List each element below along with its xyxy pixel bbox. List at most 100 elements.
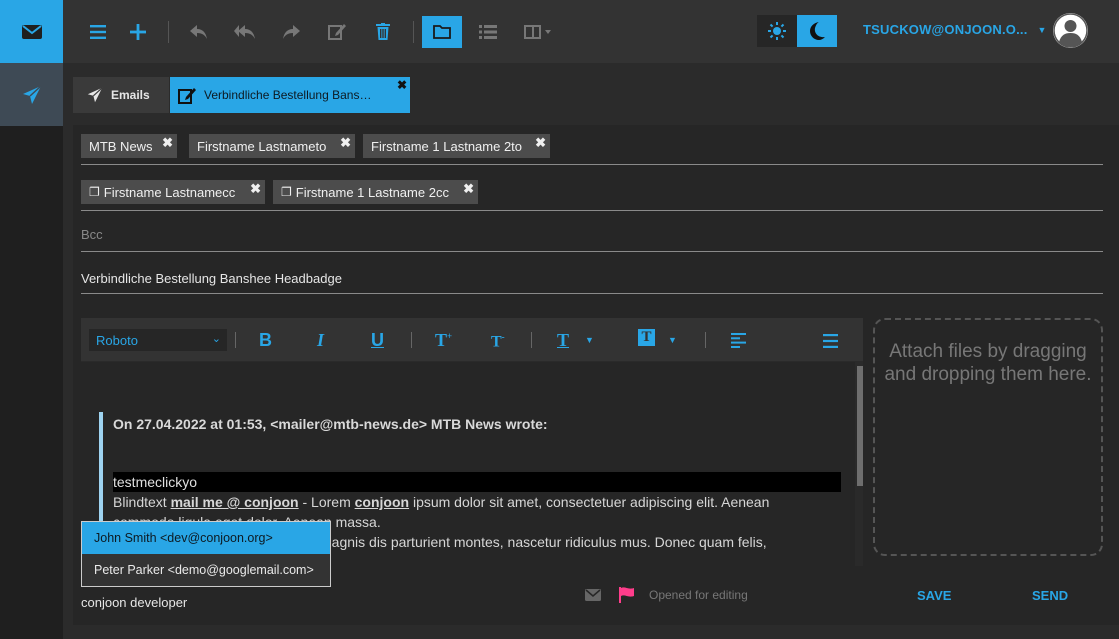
underline-button[interactable]: U <box>371 330 384 351</box>
quote-header: On 27.04.2022 at 01:53, <mailer@mtb-news… <box>113 416 548 432</box>
close-icon[interactable]: ✖ <box>463 181 474 197</box>
send-button[interactable]: SEND <box>1032 588 1068 603</box>
body-text: ipsum dolor sit amet, consectetuer adipi… <box>409 494 770 510</box>
more-options-button[interactable] <box>823 332 838 353</box>
recipient-chip[interactable]: Firstname 1 Lastname 2to ✖ <box>363 134 550 158</box>
toolbar-divider <box>168 20 169 43</box>
tab-emails[interactable]: Emails <box>73 77 169 113</box>
paper-plane-icon <box>87 87 103 103</box>
chevron-down-icon[interactable]: ▼ <box>585 335 594 345</box>
chevron-down-icon[interactable]: ▼ <box>668 335 677 345</box>
attachment-hint: Attach files by dragging and dropping th… <box>884 341 1092 385</box>
user-email: TSUCKOW@ONJOON.O... <box>863 22 1028 37</box>
menu-icon <box>823 334 838 348</box>
user-icon <box>1053 13 1088 48</box>
tab-compose-label: Verbindliche Bestellung Banshee ... <box>204 88 374 102</box>
editor-scrollbar-thumb[interactable] <box>857 366 863 486</box>
toolbar-divider <box>413 20 414 43</box>
align-left-button[interactable] <box>731 332 746 353</box>
increase-font-button[interactable]: T+ <box>435 330 452 351</box>
moon-icon <box>810 22 825 40</box>
toolbar-divider <box>705 332 706 348</box>
font-color-button[interactable]: T <box>557 330 569 351</box>
decrease-font-button[interactable]: T- <box>491 332 505 351</box>
recipient-chip[interactable]: Firstname Lastnameto ✖ <box>189 134 355 158</box>
bold-button[interactable]: B <box>259 330 272 351</box>
user-menu[interactable]: TSUCKOW@ONJOON.O... ▼ <box>863 22 1047 37</box>
conjoon-link[interactable]: conjoon <box>355 494 409 510</box>
forward-icon <box>283 24 300 39</box>
recipient-chip-label: MTB News <box>89 138 153 154</box>
main-toolbar: TSUCKOW@ONJOON.O... ▼ <box>63 0 1119 63</box>
menu-icon <box>90 24 106 39</box>
cc-field[interactable]: ❐ Firstname Lastnamecc ✖ ❐ Firstname 1 L… <box>81 179 1103 211</box>
reply-all-button[interactable] <box>225 16 265 48</box>
folder-view-button[interactable] <box>422 15 462 48</box>
reply-button[interactable] <box>179 16 219 48</box>
cc-chip[interactable]: ❐ Firstname 1 Lastname 2cc ✖ <box>273 180 478 204</box>
edit-icon <box>178 87 196 104</box>
subject-value: Verbindliche Bestellung Banshee Headbadg… <box>81 271 342 286</box>
folder-icon <box>433 24 451 39</box>
font-family-select[interactable]: Roboto ⌄ <box>89 329 227 351</box>
close-icon[interactable]: ✖ <box>397 78 407 92</box>
cc-chip-label: Firstname Lastnamecc <box>103 184 236 200</box>
autocomplete-item[interactable]: John Smith <dev@conjoon.org> <box>82 522 330 554</box>
save-button[interactable]: SAVE <box>917 588 951 603</box>
list-view-button[interactable] <box>468 16 508 48</box>
to-field[interactable]: MTB News ✖ Firstname Lastnameto ✖ Firstn… <box>81 133 1103 165</box>
body-text: - Lorem <box>298 494 355 510</box>
reply-all-icon <box>234 24 255 39</box>
body-line: Blindtext mail me @ conjoon - Lorem conj… <box>113 494 769 510</box>
avatar[interactable] <box>1053 13 1088 48</box>
cc-chip-label: Firstname 1 Lastname 2cc <box>295 184 449 200</box>
chevron-down-icon: ▼ <box>1037 24 1047 35</box>
left-navigation <box>0 0 63 639</box>
close-icon[interactable]: ✖ <box>340 135 351 151</box>
envelope-icon <box>21 24 42 39</box>
paper-plane-icon <box>22 84 42 104</box>
forward-button[interactable] <box>271 16 311 48</box>
app: TSUCKOW@ONJOON.O... ▼ Emails Verbindlich… <box>0 0 1119 639</box>
copy-icon: ❐ <box>89 185 100 199</box>
signature: conjoon developer <box>81 595 188 610</box>
edit-button[interactable] <box>317 16 357 48</box>
flag-icon[interactable] <box>619 587 635 603</box>
theme-switch <box>757 15 837 47</box>
recipient-chip-label: Firstname Lastnameto <box>197 138 327 154</box>
mail-link[interactable]: mail me @ conjoon <box>171 494 299 510</box>
nav-compose[interactable] <box>0 63 63 126</box>
chevron-down-icon: ⌄ <box>211 333 221 345</box>
tab-bar: Emails Verbindliche Bestellung Banshee .… <box>63 63 1119 125</box>
menu-button[interactable] <box>78 16 118 48</box>
autocomplete-item[interactable]: Peter Parker <demo@googlemail.com> <box>82 554 330 586</box>
font-family-value: Roboto <box>96 332 138 348</box>
delete-button[interactable] <box>363 16 403 48</box>
italic-button[interactable]: I <box>317 330 324 351</box>
highlight-color-button[interactable]: T <box>638 329 655 346</box>
recipient-chip[interactable]: MTB News ✖ <box>81 134 177 158</box>
close-icon[interactable]: ✖ <box>250 181 261 197</box>
dark-theme-button[interactable] <box>797 15 837 47</box>
light-theme-button[interactable] <box>757 15 797 47</box>
close-icon[interactable]: ✖ <box>162 135 173 151</box>
body-text: Blindtext <box>113 494 171 510</box>
editor-toolbar: Roboto ⌄ B I U T+ T- T ▼ T ▼ <box>81 318 863 362</box>
bcc-field[interactable] <box>81 211 1103 252</box>
columns-icon <box>524 24 551 39</box>
layout-button[interactable] <box>514 16 562 48</box>
attachment-dropzone[interactable]: Attach files by dragging and dropping th… <box>873 318 1103 556</box>
copy-icon: ❐ <box>281 185 292 199</box>
cc-chip[interactable]: ❐ Firstname Lastnamecc ✖ <box>81 180 265 204</box>
close-icon[interactable]: ✖ <box>535 135 546 151</box>
list-icon <box>479 24 497 39</box>
envelope-icon <box>585 589 601 601</box>
toolbar-divider <box>235 332 236 348</box>
tab-compose[interactable]: Verbindliche Bestellung Banshee ... ✖ <box>170 77 410 113</box>
nav-mail[interactable] <box>0 0 63 63</box>
plus-icon <box>130 23 146 40</box>
status-bar: Opened for editing <box>585 587 748 603</box>
new-message-button[interactable] <box>118 16 158 48</box>
sun-icon <box>768 22 786 40</box>
bcc-placeholder: Bcc <box>81 227 103 242</box>
